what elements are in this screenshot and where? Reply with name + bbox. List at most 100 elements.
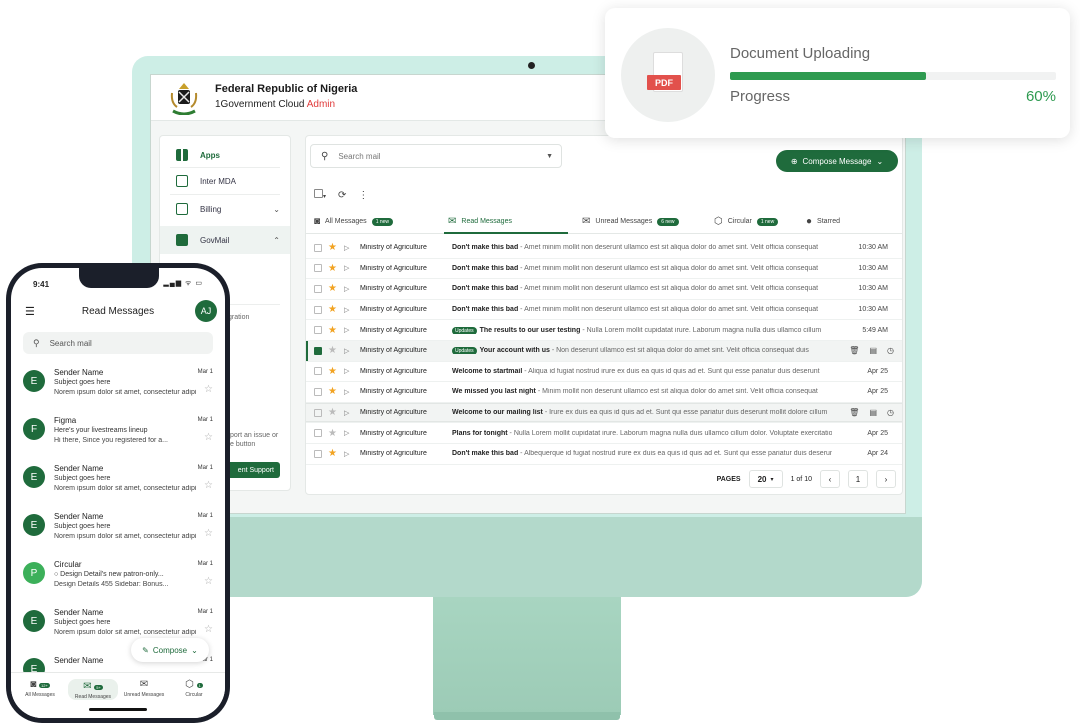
table-row[interactable]: ★ ▷ Ministry of Agriculture Welcome to our … [306, 402, 902, 424]
tab-starred[interactable]: ● Starred [806, 216, 840, 227]
message-date: Mar 1 [197, 609, 213, 615]
row-checkbox[interactable] [314, 429, 322, 438]
more-icon[interactable]: ⋮ [358, 190, 368, 201]
star-icon[interactable]: ★ [328, 242, 337, 253]
tab-unread-messages[interactable]: ✉ Unread Messages 6 new [582, 216, 679, 227]
star-icon[interactable]: ★ [328, 448, 337, 459]
per-page-select[interactable]: 20 ▾ [748, 470, 783, 488]
phone-bottom-nav: ◙ 12+ All Messages ✉ 5+ Read Messages ✉ … [11, 672, 225, 718]
pdf-file-icon: PDF [621, 28, 715, 122]
sidebar-item-billing[interactable]: Billing ⌄ [160, 196, 290, 222]
important-marker-icon[interactable]: ▷ [344, 326, 349, 334]
row-checkbox[interactable] [314, 305, 322, 314]
nav-unread-messages[interactable]: ✉ Unread Messages [119, 679, 169, 698]
important-marker-icon[interactable]: ▷ [344, 306, 349, 314]
tab-circular[interactable]: ⬡ Circular 1 new [714, 216, 779, 227]
compose-message-button[interactable]: ⊕ Compose Message ⌄ [776, 150, 898, 172]
row-checkbox[interactable] [314, 264, 322, 273]
list-item[interactable]: E Sender Name Mar 1 Subject goes here Norem … [11, 462, 225, 508]
clock-icon[interactable]: ◷ [887, 408, 894, 417]
star-icon[interactable]: ★ [328, 325, 337, 336]
nav-circular[interactable]: ⬡ 1 Circular [169, 679, 219, 698]
row-sender: Ministry of Agriculture [360, 285, 427, 293]
star-icon[interactable]: ★ [328, 407, 337, 418]
sidebar-item-govmail[interactable]: GovMail ⌃ [160, 226, 290, 254]
table-row[interactable]: ★ ▷ Ministry of Agriculture We missed you l… [306, 382, 902, 403]
row-preview: - Aliqua id fugiat nostrud irure ex duis… [522, 367, 820, 375]
list-item[interactable]: E Sender Name Mar 1 Subject goes here Norem … [11, 510, 225, 556]
important-marker-icon[interactable]: ▷ [344, 264, 349, 272]
star-icon[interactable]: ★ [328, 304, 337, 315]
list-item[interactable]: E Sender Name Mar 1 Subject goes here Norem … [11, 366, 225, 412]
important-marker-icon[interactable]: ▷ [344, 450, 349, 458]
important-marker-icon[interactable]: ▷ [344, 429, 349, 437]
important-marker-icon[interactable]: ▷ [344, 244, 349, 252]
delete-icon[interactable]: 🗑 [849, 346, 859, 355]
sidebar-item-apps[interactable]: Apps [160, 142, 290, 168]
clock-icon[interactable]: ◷ [887, 346, 894, 355]
message-subject: Subject goes here [54, 379, 111, 386]
star-icon[interactable]: ☆ [204, 384, 213, 395]
star-icon[interactable]: ★ [328, 386, 337, 397]
star-icon[interactable]: ☆ [204, 624, 213, 635]
row-checkbox[interactable] [314, 449, 322, 458]
important-marker-icon[interactable]: ▷ [344, 367, 349, 375]
important-marker-icon[interactable]: ▷ [344, 388, 349, 396]
star-icon[interactable]: ★ [328, 366, 337, 377]
table-row[interactable]: ★ ▷ Ministry of Agriculture Don't make this… [306, 279, 902, 300]
table-row[interactable]: ★ ▷ Ministry of Agriculture Don't make this… [306, 300, 902, 321]
tab-label: All Messages [325, 218, 367, 225]
phone-compose-button[interactable]: ✎ Compose ⌄ [131, 638, 209, 662]
row-checkbox[interactable] [314, 243, 322, 252]
archive-icon[interactable]: ▤ [869, 346, 877, 355]
star-icon[interactable]: ★ [328, 263, 337, 274]
star-icon[interactable]: ☆ [204, 528, 213, 539]
table-row[interactable]: ★ ▷ Ministry of Agriculture Plans for tonig… [306, 423, 902, 444]
search-input[interactable]: ⚲ Search mail ▼ [310, 144, 562, 168]
table-row[interactable]: ★ ▷ Ministry of Agriculture Welcome to star… [306, 362, 902, 383]
phone-search-input[interactable]: ⚲ Search mail [23, 332, 213, 354]
important-marker-icon[interactable]: ▷ [344, 285, 349, 293]
star-icon[interactable]: ★ [328, 428, 337, 439]
important-marker-icon[interactable]: ▷ [344, 409, 349, 417]
avatar[interactable]: AJ [195, 300, 217, 322]
important-marker-icon[interactable]: ▷ [344, 347, 349, 355]
list-item[interactable]: F Figma Mar 1 Here's your livestreams lineu… [11, 414, 225, 460]
archive-icon[interactable]: ▤ [869, 408, 877, 417]
star-icon[interactable]: ☆ [204, 480, 213, 491]
table-row[interactable]: ★ ▷ Ministry of Agriculture Updates The resu… [306, 320, 902, 341]
table-row[interactable]: ★ ▷ Ministry of Agriculture Don't make this… [306, 444, 902, 465]
row-checkbox[interactable] [314, 284, 322, 293]
table-row[interactable]: ★ ▷ Ministry of Agriculture Updates Your acc… [306, 340, 902, 362]
sidebar-item-integration[interactable]: gration [228, 314, 249, 321]
sidebar-item-inter-mda[interactable]: Inter MDA [160, 168, 290, 194]
monitor-stand-foot [434, 712, 620, 720]
nav-read-messages[interactable]: ✉ 5+ Read Messages [68, 679, 118, 700]
stage: Federal Republic of Nigeria 1Government … [0, 0, 1080, 726]
help-text: e button [230, 441, 256, 448]
refresh-icon[interactable]: ⟳ [338, 190, 346, 201]
row-checkbox[interactable] [314, 367, 322, 376]
row-checkbox[interactable] [314, 408, 322, 417]
star-icon[interactable]: ☆ [204, 576, 213, 587]
message-date: Mar 1 [197, 561, 213, 567]
next-page-button[interactable]: › [876, 470, 896, 488]
row-checkbox[interactable] [314, 387, 322, 396]
nav-all-messages[interactable]: ◙ 12+ All Messages [15, 679, 65, 698]
table-row[interactable]: ★ ▷ Ministry of Agriculture Don't make this… [306, 238, 902, 259]
row-checkbox[interactable] [314, 326, 322, 335]
tab-read-messages[interactable]: ✉ Read Messages [448, 216, 512, 227]
select-all-checkbox[interactable]: ▾ [314, 189, 326, 201]
row-checkbox[interactable] [314, 346, 322, 355]
tab-all-messages[interactable]: ◙ All Messages 1 new [314, 216, 394, 227]
caret-down-icon[interactable]: ▼ [546, 153, 553, 160]
table-row[interactable]: ★ ▷ Ministry of Agriculture Don't make this… [306, 259, 902, 280]
current-page[interactable]: 1 [848, 470, 868, 488]
star-icon[interactable]: ★ [328, 345, 337, 356]
delete-icon[interactable]: 🗑 [849, 408, 859, 417]
star-icon[interactable]: ★ [328, 283, 337, 294]
prev-page-button[interactable]: ‹ [820, 470, 840, 488]
info-icon: ● [806, 216, 813, 227]
list-item[interactable]: P Circular Mar 1 ○ Design Detail's new patr… [11, 558, 225, 604]
star-icon[interactable]: ☆ [204, 432, 213, 443]
